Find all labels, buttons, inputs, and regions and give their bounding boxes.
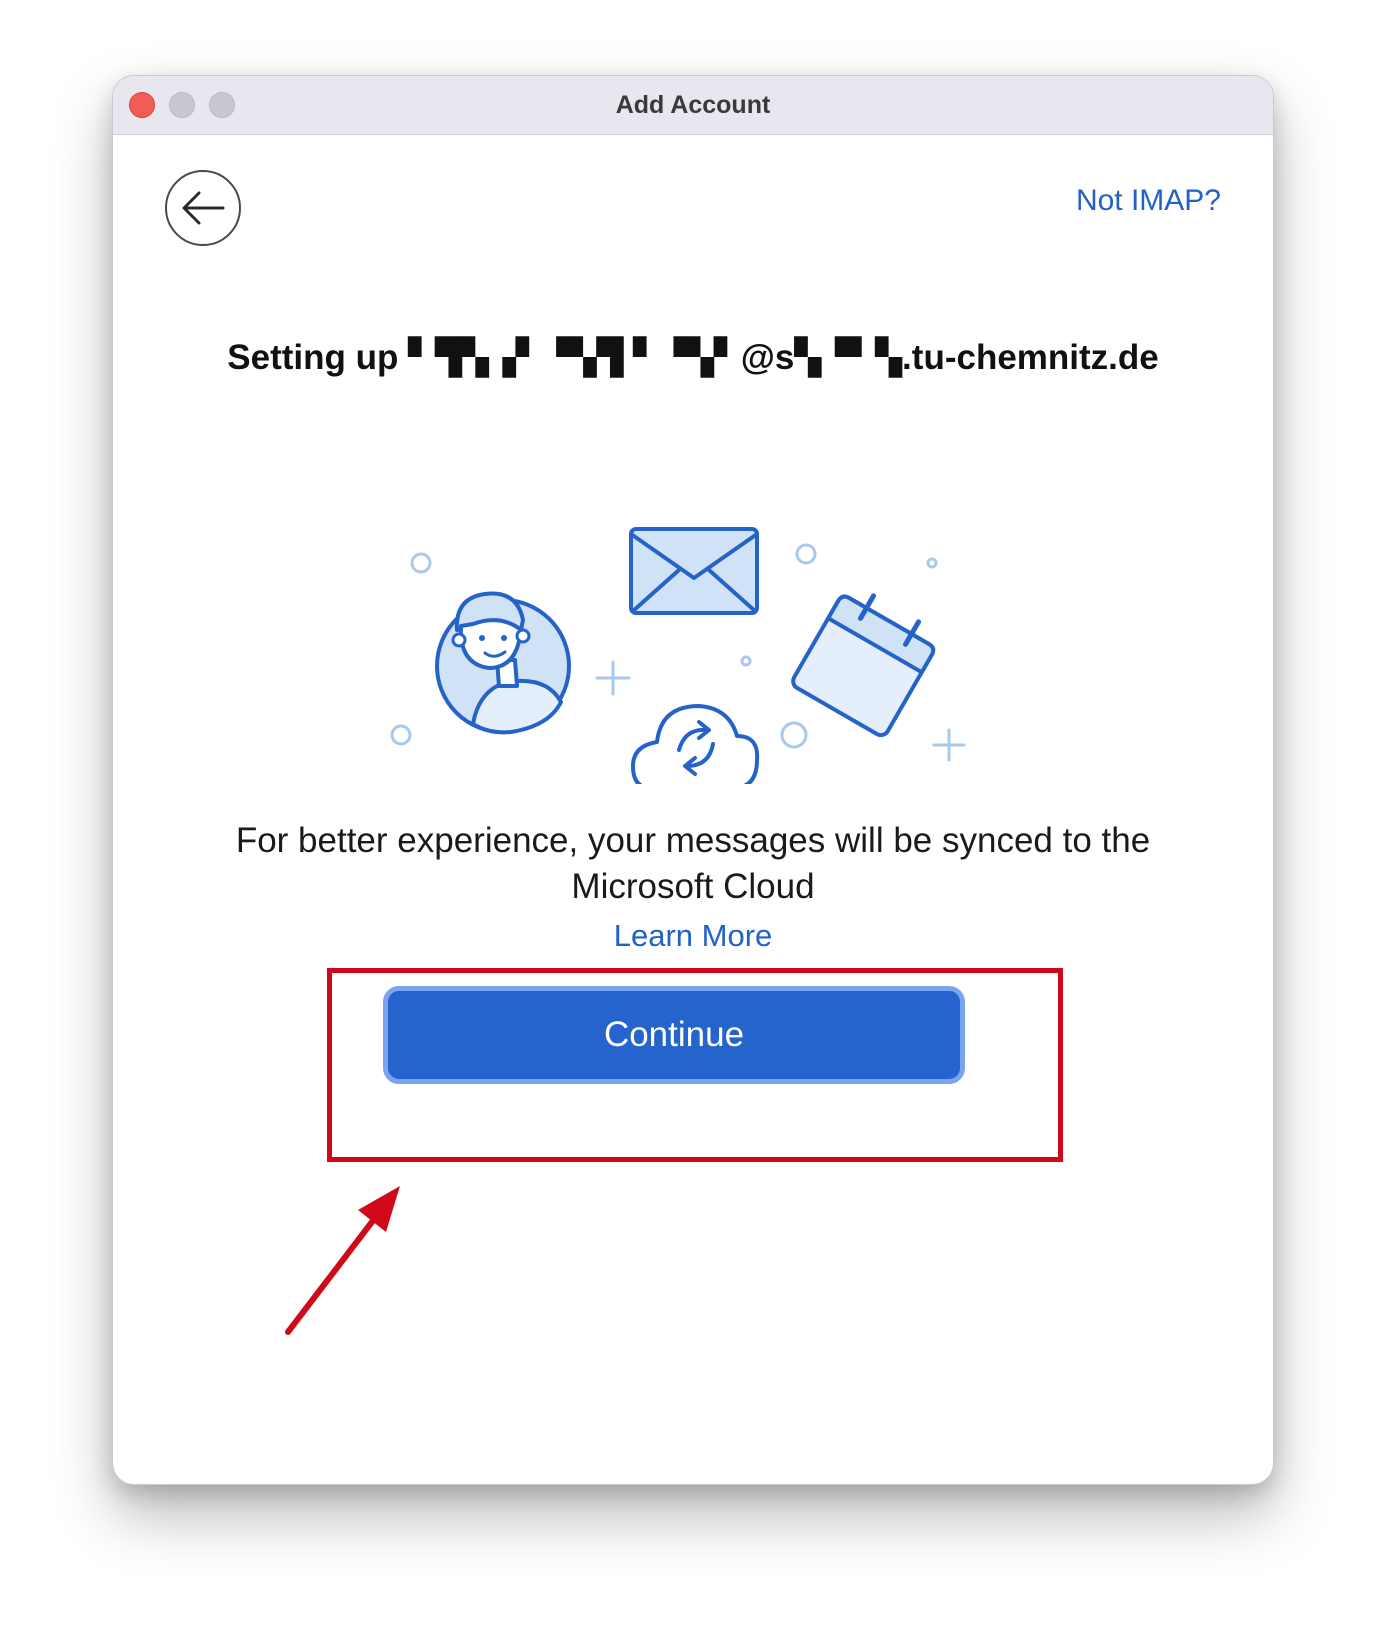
sync-message: For better experience, your messages wil… <box>235 821 1151 906</box>
person-avatar-icon <box>435 591 571 735</box>
envelope-icon <box>629 527 759 615</box>
learn-more-link[interactable]: Learn More <box>113 918 1273 954</box>
cloud-sync-icon <box>631 704 760 784</box>
annotation-highlight-box <box>327 968 1063 1162</box>
window-title: Add Account <box>615 91 771 119</box>
sync-illustration <box>390 527 966 784</box>
calendar-icon <box>791 593 936 738</box>
back-button[interactable] <box>165 170 241 246</box>
arrow-left-icon <box>182 191 225 225</box>
not-imap-link[interactable]: Not IMAP? <box>1076 184 1221 218</box>
title-bar: Add Account <box>113 76 1273 135</box>
stage: Add Account Not IMAP? Setting up ▘▜▚▗▘▝▚… <box>0 0 1384 1630</box>
annotation-arrow-icon <box>285 1186 400 1335</box>
setup-title: Setting up ▘▜▚▗▘▝▚▜ ▘▝▚▘@s▚▝▘▚.tu-chemni… <box>227 338 1159 377</box>
